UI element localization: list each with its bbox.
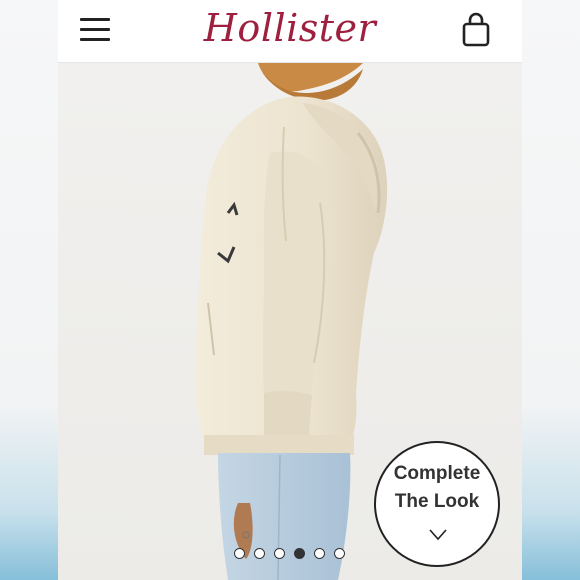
complete-the-look-button[interactable]: Complete The Look [374,441,500,567]
complete-the-look-line1: Complete [393,463,481,484]
background-left [0,0,58,580]
carousel-dot-active[interactable] [294,548,305,559]
brand-logo[interactable]: Hollister [58,6,522,50]
carousel-dot[interactable] [254,548,265,559]
top-header: Hollister [58,0,522,63]
shopping-bag-icon[interactable] [460,12,492,48]
carousel-dot[interactable] [274,548,285,559]
chevron-down-icon [429,529,447,541]
carousel-dot[interactable] [234,548,245,559]
complete-the-look-line2: The Look [394,491,480,512]
background-right [522,0,580,580]
carousel-dot[interactable] [334,548,345,559]
carousel-indicator [234,546,354,559]
mobile-screen: Hollister Complete The Look [58,0,522,580]
carousel-dot[interactable] [314,548,325,559]
